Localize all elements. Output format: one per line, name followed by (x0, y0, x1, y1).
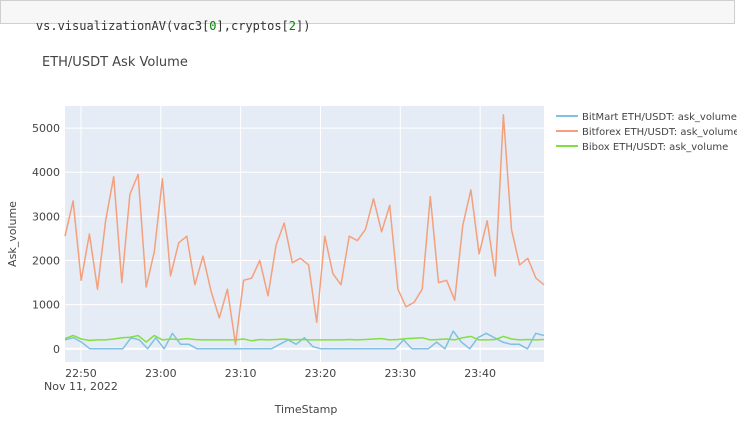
x-tick-label: 23:30 (384, 367, 416, 380)
y-axis-title: Ask_volume (6, 201, 19, 267)
y-tick-label: 2000 (32, 254, 60, 267)
y-tick-label: 3000 (32, 210, 60, 223)
x-tick-label: 22:50 (65, 367, 97, 380)
y-tick-label: 1000 (32, 299, 60, 312)
x-tick-label: 23:40 (464, 367, 496, 380)
legend-label[interactable]: Bibox ETH/USDT: ask_volume (582, 142, 728, 153)
y-tick-label: 5000 (32, 122, 60, 135)
x-date-label: Nov 11, 2022 (44, 380, 118, 393)
line-chart: ETH/USDT Ask Volume 0 1000 2000 3000 4000 500… (6, 55, 737, 416)
legend[interactable]: BitMart ETH/USDT: ask_volume Bitforex ETH… (556, 112, 737, 153)
x-tick-label: 23:20 (305, 367, 337, 380)
y-tick-label: 0 (53, 343, 60, 356)
plot-area[interactable] (65, 106, 544, 362)
x-tick-label: 23:00 (145, 367, 177, 380)
x-tick-label: 23:10 (225, 367, 257, 380)
legend-label[interactable]: BitMart ETH/USDT: ask_volume (582, 112, 737, 123)
chart-title: ETH/USDT Ask Volume (42, 55, 188, 70)
x-axis-title: TimeStamp (274, 403, 338, 416)
legend-label[interactable]: Bitforex ETH/USDT: ask_volume (582, 127, 737, 138)
y-tick-label: 4000 (32, 166, 60, 179)
